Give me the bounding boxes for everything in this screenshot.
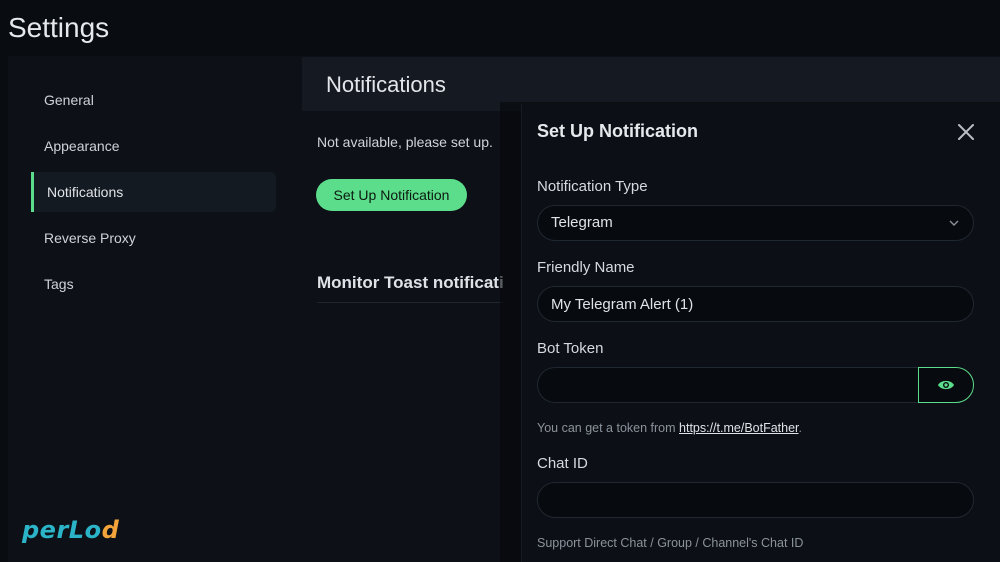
chat-id-hint: Support Direct Chat / Group / Channel's … <box>537 536 804 550</box>
notification-type-value: Telegram <box>551 214 613 231</box>
bot-token-hint: You can get a token from https://t.me/Bo… <box>537 421 803 435</box>
friendly-name-input[interactable] <box>537 286 974 322</box>
notification-type-label: Notification Type <box>537 178 648 195</box>
watermark-logo: perLod <box>22 516 120 544</box>
sidebar-item-notifications[interactable]: Notifications <box>31 172 276 212</box>
monitor-toast-heading: Monitor Toast notifications <box>317 273 503 292</box>
divider <box>317 302 503 303</box>
eye-icon <box>938 380 954 390</box>
not-available-text: Not available, please set up. <box>317 134 493 150</box>
sidebar-item-appearance[interactable]: Appearance <box>31 126 276 166</box>
bot-token-input[interactable] <box>537 367 919 403</box>
setup-notification-dialog: Set Up Notification Notification Type Te… <box>521 104 1000 562</box>
botfather-link[interactable]: https://t.me/BotFather <box>679 421 799 435</box>
settings-sidebar: General Appearance Notifications Reverse… <box>8 56 298 562</box>
sidebar-item-general[interactable]: General <box>31 80 276 120</box>
chevron-down-icon <box>949 220 959 226</box>
sidebar-item-tags[interactable]: Tags <box>31 264 276 304</box>
notification-type-select[interactable]: Telegram <box>537 205 974 241</box>
chat-id-label: Chat ID <box>537 455 588 472</box>
chat-id-input[interactable] <box>537 482 974 518</box>
page-title: Settings <box>8 12 110 43</box>
section-title: Notifications <box>326 72 446 97</box>
toggle-token-visibility-button[interactable] <box>918 367 974 403</box>
friendly-name-label: Friendly Name <box>537 259 635 276</box>
dialog-title: Set Up Notification <box>537 121 698 141</box>
close-icon[interactable] <box>954 120 978 144</box>
setup-notification-button[interactable]: Set Up Notification <box>316 179 467 211</box>
sidebar-item-reverse-proxy[interactable]: Reverse Proxy <box>31 218 276 258</box>
bot-token-label: Bot Token <box>537 340 604 357</box>
